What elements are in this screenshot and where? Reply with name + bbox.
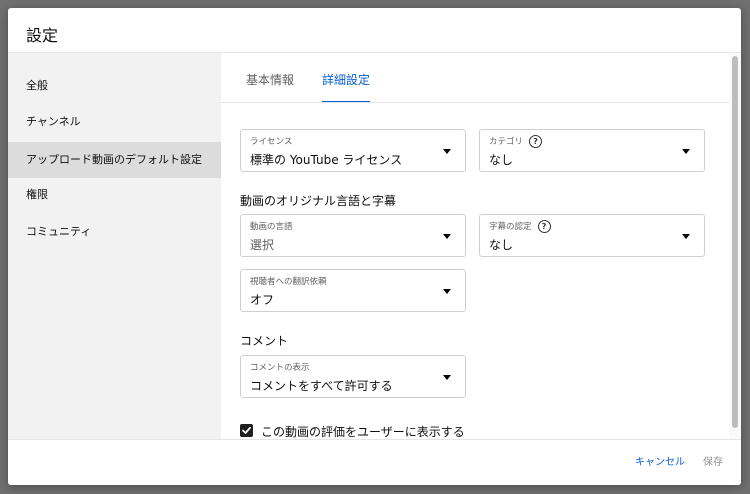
- dialog-footer: キャンセル 保存: [8, 440, 741, 485]
- help-icon[interactable]: ?: [537, 220, 551, 233]
- save-button[interactable]: 保存: [703, 453, 723, 468]
- comment-display-value: コメントをすべて許可する: [250, 379, 393, 393]
- checkmark-icon: [242, 426, 251, 434]
- comment-display-select[interactable]: コメントの表示 コメントをすべて許可する: [240, 355, 466, 398]
- license-value: 標準の YouTube ライセンス: [250, 153, 403, 167]
- sidebar-item-general[interactable]: 全般: [8, 68, 221, 104]
- cancel-button[interactable]: キャンセル: [635, 453, 685, 468]
- translation-request-select[interactable]: 視聴者への翻訳依頼 オフ: [240, 269, 466, 312]
- sidebar-item-channel[interactable]: チャンネル: [8, 104, 221, 140]
- video-language-select[interactable]: 動画の言語 選択: [240, 214, 466, 257]
- category-value: なし: [489, 153, 514, 167]
- category-select[interactable]: カテゴリ? なし: [479, 129, 705, 172]
- scrollbar-thumb[interactable]: [732, 56, 738, 428]
- chevron-down-icon: [443, 149, 451, 154]
- sidebar-item-upload-defaults[interactable]: アップロード動画のデフォルト設定: [8, 142, 221, 178]
- language-captions-heading: 動画のオリジナル言語と字幕: [240, 194, 397, 208]
- chevron-down-icon: [443, 234, 451, 239]
- show-ratings-label[interactable]: この動画の評価をユーザーに表示する: [261, 423, 465, 440]
- chevron-down-icon: [443, 375, 451, 380]
- chevron-down-icon: [682, 149, 690, 154]
- caption-cert-value: なし: [489, 238, 514, 252]
- dialog-title: 設定: [26, 26, 59, 45]
- category-label: カテゴリ?: [489, 135, 543, 148]
- sidebar-item-permissions[interactable]: 権限: [8, 177, 221, 213]
- caption-cert-label-text: 字幕の認定: [489, 222, 532, 232]
- help-icon[interactable]: ?: [529, 135, 543, 148]
- translation-request-value: オフ: [250, 293, 275, 307]
- settings-sidebar: 全般 チャンネル アップロード動画のデフォルト設定 権限 コミュニティ: [8, 53, 221, 439]
- caption-cert-label: 字幕の認定?: [489, 220, 551, 233]
- show-ratings-checkbox[interactable]: [240, 424, 253, 437]
- comments-heading: コメント: [240, 334, 289, 348]
- translation-request-label: 視聴者への翻訳依頼: [250, 277, 327, 287]
- license-select[interactable]: ライセンス 標準の YouTube ライセンス: [240, 129, 466, 172]
- license-label: ライセンス: [250, 137, 293, 147]
- chevron-down-icon: [443, 289, 451, 294]
- video-language-value: 選択: [250, 238, 275, 252]
- caption-certification-select[interactable]: 字幕の認定? なし: [479, 214, 705, 257]
- tab-basic-info[interactable]: 基本情報: [246, 71, 294, 101]
- settings-dialog: 設定 全般 チャンネル アップロード動画のデフォルト設定 権限 コミュニティ 基…: [8, 8, 741, 485]
- tab-advanced-settings[interactable]: 詳細設定: [322, 71, 371, 103]
- category-label-text: カテゴリ: [489, 137, 524, 147]
- video-language-label: 動画の言語: [250, 222, 293, 232]
- sidebar-item-community[interactable]: コミュニティ: [8, 214, 221, 250]
- tab-divider: [221, 102, 729, 103]
- chevron-down-icon: [682, 234, 690, 239]
- comment-display-label: コメントの表示: [250, 363, 310, 373]
- settings-content: 基本情報 詳細設定 ライセンス 標準の YouTube ライセンス カテゴリ? …: [221, 53, 741, 439]
